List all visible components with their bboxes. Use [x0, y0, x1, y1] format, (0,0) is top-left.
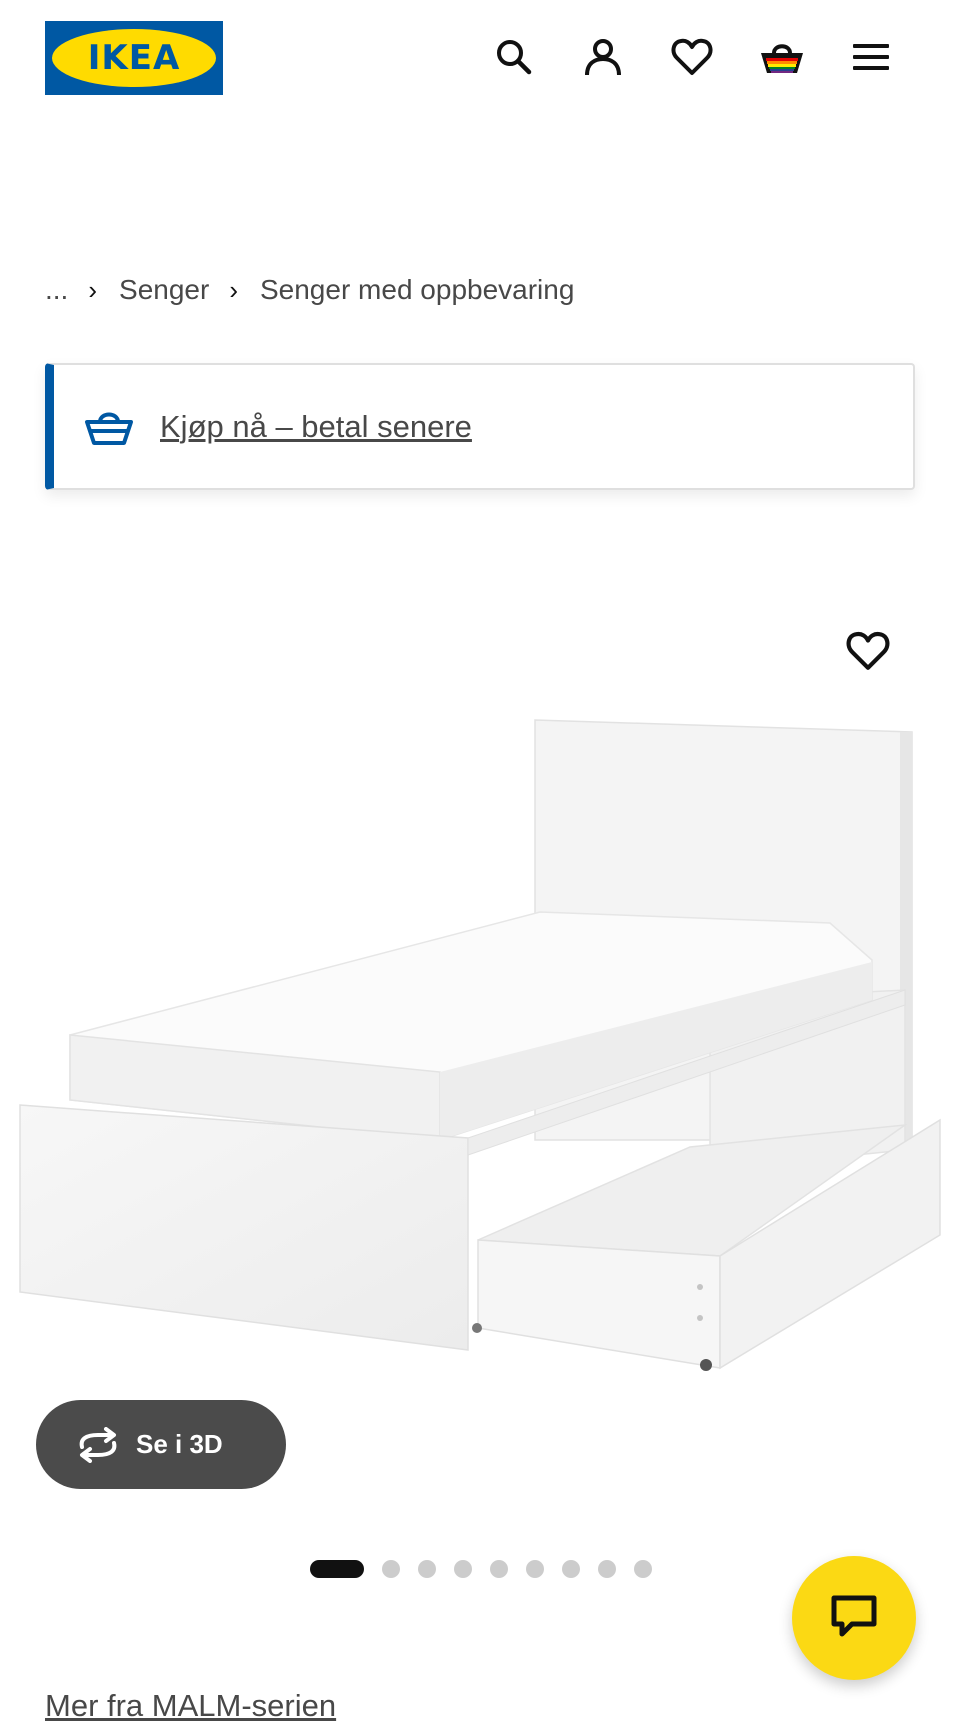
breadcrumb: ... › Senger › Senger med oppbevaring	[45, 270, 574, 310]
pagination-dot[interactable]	[634, 1560, 652, 1578]
pagination-dot[interactable]	[418, 1560, 436, 1578]
pagination-dot[interactable]	[490, 1560, 508, 1578]
chat-button[interactable]	[792, 1556, 916, 1680]
pagination-dot[interactable]	[526, 1560, 544, 1578]
image-pagination	[310, 1559, 670, 1579]
rotate-3d-icon	[74, 1426, 122, 1463]
buy-now-pay-later-banner: Kjøp nå – betal senere	[45, 363, 915, 490]
breadcrumb-item-senger[interactable]: Senger	[119, 274, 209, 306]
site-header: IKEA	[0, 0, 960, 115]
heart-icon[interactable]	[668, 33, 716, 81]
ikea-logo[interactable]: IKEA	[45, 21, 223, 95]
product-image[interactable]	[0, 700, 960, 1390]
pagination-dot[interactable]	[382, 1560, 400, 1578]
menu-icon[interactable]	[847, 33, 895, 81]
view-in-3d-button[interactable]: Se i 3D	[36, 1400, 286, 1489]
buy-now-pay-later-link[interactable]: Kjøp nå – betal senere	[160, 409, 472, 445]
breadcrumb-item-senger-med-oppbevaring[interactable]: Senger med oppbevaring	[260, 274, 574, 306]
pagination-dot[interactable]	[562, 1560, 580, 1578]
search-icon[interactable]	[490, 33, 538, 81]
logo-oval: IKEA	[52, 29, 216, 87]
basket-icon	[84, 407, 134, 447]
breadcrumb-separator: ›	[88, 274, 98, 305]
view-in-3d-label: Se i 3D	[136, 1429, 223, 1459]
pagination-dot-active[interactable]	[310, 1560, 364, 1578]
basket-icon[interactable]	[758, 33, 806, 81]
breadcrumb-ellipsis[interactable]: ...	[45, 274, 68, 306]
logo-text: IKEA	[87, 38, 181, 78]
user-icon[interactable]	[579, 33, 627, 81]
add-to-favourites-button[interactable]	[845, 630, 897, 676]
pagination-dot[interactable]	[454, 1560, 472, 1578]
breadcrumb-separator: ›	[229, 274, 238, 305]
pagination-dot[interactable]	[598, 1560, 616, 1578]
more-from-series-link[interactable]: Mer fra MALM-serien	[45, 1688, 336, 1724]
chat-bubble-icon	[830, 1594, 878, 1643]
